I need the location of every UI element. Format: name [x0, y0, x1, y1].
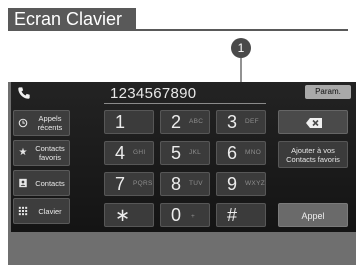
key-digit: 0	[171, 205, 182, 225]
key-digit: 4	[115, 143, 126, 163]
keypad-grid-icon	[18, 206, 28, 216]
phone-number-display: 1234567890	[104, 84, 266, 104]
sidebar-item-label: Contacts favoris	[35, 144, 65, 162]
key-digit: #	[227, 205, 238, 225]
key-digit: 2	[171, 112, 182, 132]
key-7[interactable]: 7 PQRS	[104, 172, 154, 196]
key-5[interactable]: 5 JKL	[160, 141, 210, 165]
key-3[interactable]: 3 DEF	[216, 110, 266, 134]
backspace-icon	[306, 118, 322, 128]
key-digit: 7	[115, 174, 126, 194]
key-digit: 5	[171, 143, 182, 163]
key-1[interactable]: 1	[104, 110, 154, 134]
key-letters: PQRS	[133, 180, 153, 187]
sidebar-item-contacts[interactable]: Contacts	[13, 170, 70, 196]
key-letters: DEF	[245, 118, 259, 125]
delete-button[interactable]	[278, 110, 348, 134]
key-6[interactable]: 6 MNO	[216, 141, 266, 165]
contacts-book-icon	[19, 178, 27, 188]
key-star[interactable]: ∗	[104, 203, 154, 227]
param-button[interactable]: Param.	[305, 85, 351, 99]
sidebar-item-recent-calls[interactable]: Appels récents	[13, 110, 70, 136]
key-digit: 8	[171, 174, 182, 194]
key-digit: 1	[115, 112, 126, 132]
key-2[interactable]: 2 ABC	[160, 110, 210, 134]
key-digit: 6	[227, 143, 238, 163]
add-to-favorites-button[interactable]: Ajouter à vos Contacts favoris	[278, 141, 348, 168]
key-8[interactable]: 8 TUV	[160, 172, 210, 196]
key-letters: WXYZ	[245, 180, 265, 187]
key-letters: MNO	[245, 149, 262, 156]
sidebar-item-label: Appels récents	[37, 114, 63, 132]
key-9[interactable]: 9 WXYZ	[216, 172, 266, 196]
key-4[interactable]: 4 GHI	[104, 141, 154, 165]
key-0[interactable]: 0 +	[160, 203, 210, 227]
key-letters: TUV	[189, 180, 203, 187]
phone-number-text: 1234567890	[110, 85, 197, 102]
page: Ecran Clavier 1 1234567890 Param. Appels…	[0, 0, 356, 265]
key-digit: ∗	[115, 205, 131, 225]
phone-handset-icon	[18, 87, 30, 99]
sidebar-item-favorites[interactable]: ★ Contacts favoris	[13, 140, 70, 166]
key-letters: +	[191, 213, 196, 220]
key-hash[interactable]: #	[216, 203, 266, 227]
sidebar-item-label: Clavier	[38, 206, 62, 216]
call-button[interactable]: Appel	[278, 203, 348, 227]
star-icon: ★	[18, 147, 28, 158]
key-digit: 9	[227, 174, 238, 194]
sidebar-item-keypad[interactable]: Clavier	[13, 198, 70, 224]
key-digit: 3	[227, 112, 238, 132]
sidebar-item-label: Contacts	[35, 178, 65, 188]
key-letters: GHI	[133, 149, 146, 156]
key-letters: JKL	[189, 149, 202, 156]
history-clock-icon	[18, 118, 28, 128]
key-letters: ABC	[189, 118, 204, 125]
